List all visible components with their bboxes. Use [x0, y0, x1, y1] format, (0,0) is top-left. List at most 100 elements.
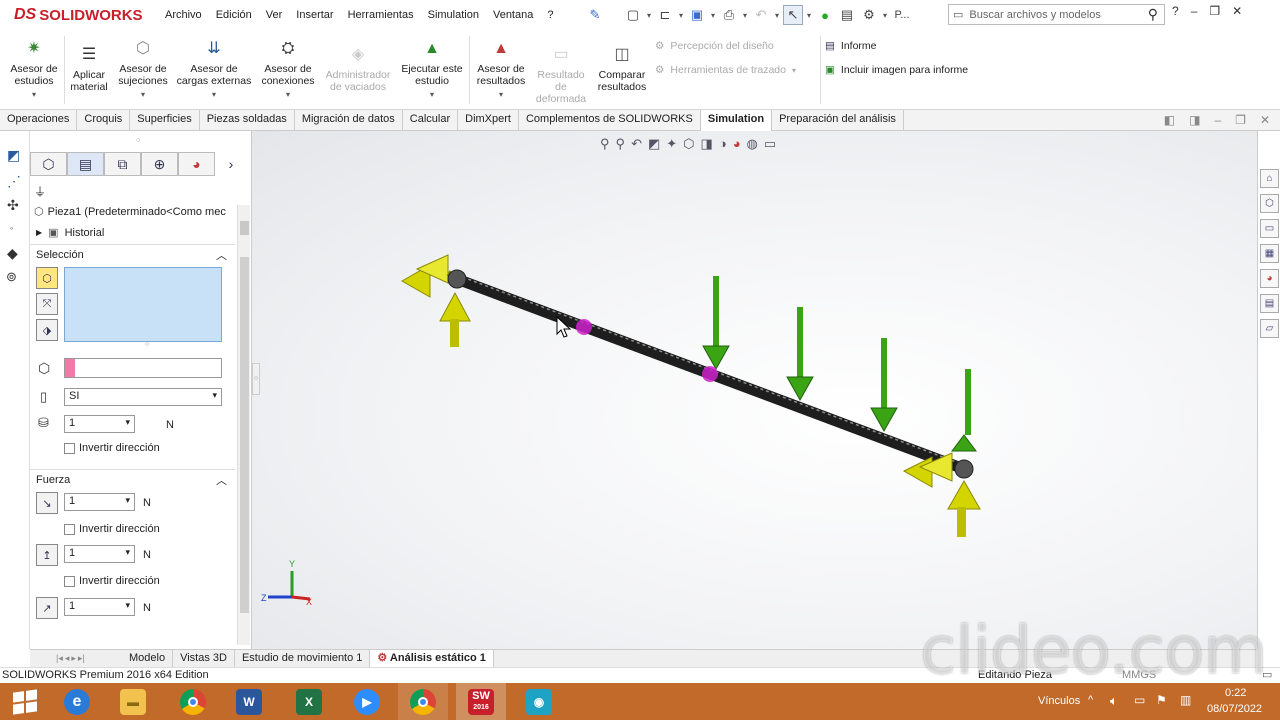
- axis-icon[interactable]: ✣: [7, 197, 19, 214]
- chevron-down-icon[interactable]: ▾: [6, 89, 62, 101]
- resultado-deformada-button[interactable]: ▭ Resultado de deformada: [532, 44, 590, 106]
- force-y-input[interactable]: 1 ▾: [64, 545, 135, 563]
- line-icon[interactable]: ⋰: [7, 173, 21, 190]
- restore-button[interactable]: ❐: [1209, 4, 1220, 18]
- save-icon[interactable]: ▣: [687, 5, 707, 25]
- tab-migracion-datos[interactable]: Migración de datos: [295, 110, 403, 131]
- overflow-text[interactable]: P...: [891, 5, 913, 25]
- menu-simulation[interactable]: Simulation: [428, 9, 479, 21]
- chevron-down-icon[interactable]: ▾: [805, 11, 813, 20]
- tab-estudio-movimiento[interactable]: Estudio de movimiento 1: [235, 650, 371, 667]
- tab-superficies[interactable]: Superficies: [130, 110, 200, 131]
- incluir-imagen-button[interactable]: ▣ Incluir imagen para informe: [825, 64, 968, 76]
- clock-date[interactable]: 08/07/2022: [1207, 703, 1262, 715]
- taskbar-word[interactable]: W: [224, 683, 274, 720]
- collapse-icon[interactable]: ︿: [216, 472, 227, 488]
- comparar-resultados-button[interactable]: ◫ Comparar resultados: [592, 44, 652, 94]
- chevron-down-icon[interactable]: ▾: [677, 11, 685, 20]
- pin-icon[interactable]: ✎: [585, 5, 605, 25]
- custom-properties-icon[interactable]: ▤: [1260, 294, 1279, 313]
- face-select-icon[interactable]: ⬡: [36, 267, 58, 289]
- taskbar-chrome-2[interactable]: [398, 683, 448, 720]
- checkbox-box[interactable]: [64, 442, 75, 454]
- forum-icon[interactable]: ▱: [1260, 319, 1279, 338]
- close-doc-button[interactable]: ✕: [1260, 113, 1270, 127]
- asesor-sujeciones-button[interactable]: ⬡ Asesor de sujeciones ▾: [114, 38, 172, 101]
- display-manager-tab-icon[interactable]: ◕: [178, 152, 215, 176]
- volume-icon[interactable]: 🔈︎: [1110, 693, 1118, 709]
- search-icon[interactable]: ⚲: [1148, 6, 1158, 23]
- clock-time[interactable]: 0:22: [1225, 687, 1246, 699]
- search-box[interactable]: ▭ Buscar archivos y modelos ⚲: [948, 4, 1165, 25]
- tab-complementos[interactable]: Complementos de SOLIDWORKS: [519, 110, 701, 131]
- prev-tab-icon[interactable]: ◂: [65, 653, 70, 664]
- taskbar-excel[interactable]: X: [284, 683, 334, 720]
- chevron-down-icon[interactable]: ▾: [881, 11, 889, 20]
- percepcion-diseno-button[interactable]: ⚙ Percepción del diseño: [655, 40, 774, 52]
- asesor-cargas-button[interactable]: ⇊ Asesor de cargas externas ▾: [174, 38, 254, 101]
- asesor-conexiones-button[interactable]: ⛭ Asesor de conexiones ▾: [258, 38, 318, 101]
- new-document-icon[interactable]: ▢: [623, 5, 643, 25]
- direction-select-icon[interactable]: ⬗: [36, 319, 58, 341]
- close-button[interactable]: ✕: [1232, 4, 1242, 18]
- asesor-estudios-button[interactable]: ✷ Asesor de estudios ▾: [6, 38, 62, 101]
- last-tab-icon[interactable]: ▸|: [78, 653, 85, 664]
- herramientas-trazado-button[interactable]: ⚙ Herramientas de trazado ▾: [655, 64, 796, 76]
- appearances-icon[interactable]: ◕: [1260, 269, 1279, 288]
- panel-collapse-handle[interactable]: ○: [252, 363, 260, 395]
- show-hidden-icons[interactable]: ^: [1088, 694, 1093, 706]
- taskbar-ie[interactable]: e: [52, 683, 102, 720]
- tree-root-item[interactable]: ⬡ Pieza1 (Predeterminado<Como mec: [34, 205, 240, 219]
- taskbar-solidworks[interactable]: SW 2016: [456, 683, 506, 720]
- mate-icon[interactable]: ◆: [7, 245, 18, 262]
- checkbox-box[interactable]: [64, 523, 75, 535]
- undo-icon[interactable]: ↶: [751, 5, 771, 25]
- expand-tabs-icon[interactable]: ›: [221, 152, 241, 176]
- chevron-down-icon[interactable]: ▾: [398, 89, 466, 101]
- part-icon[interactable]: ◩: [7, 147, 20, 164]
- graphics-area[interactable]: ⚲ ⚲ ↶ ◩ ✦ ⬡ ◨ ◑ ◕ ◍ ▭ Y X Z ○: [252, 131, 1257, 649]
- link-icon[interactable]: ⊚: [6, 269, 17, 285]
- listbox-resize-handle[interactable]: ○: [145, 341, 149, 348]
- menu-archivo[interactable]: Archivo: [165, 9, 202, 21]
- chevron-down-icon[interactable]: ▾: [174, 89, 254, 101]
- chevron-down-icon[interactable]: ▾: [792, 66, 796, 75]
- file-properties-icon[interactable]: ▤: [837, 5, 857, 25]
- value-input[interactable]: 1 ▾: [64, 415, 135, 433]
- selection-listbox[interactable]: [64, 267, 222, 342]
- chevron-down-icon[interactable]: ▾: [773, 11, 781, 20]
- panel-scrollbar[interactable]: [237, 205, 250, 645]
- taskbar-explorer[interactable]: ▬: [108, 683, 158, 720]
- asesor-resultados-button[interactable]: ▲ Asesor de resultados ▾: [472, 38, 530, 101]
- home-icon[interactable]: ⌂: [1260, 169, 1279, 188]
- next-tab-icon[interactable]: ▸: [71, 653, 76, 664]
- view-palette-icon[interactable]: ▦: [1260, 244, 1279, 263]
- force-x-icon[interactable]: ↘: [36, 492, 58, 514]
- print-icon[interactable]: ⎙: [719, 5, 739, 25]
- solidworks-logo[interactable]: DS SOLIDWORKS: [0, 0, 144, 30]
- reference-field[interactable]: [64, 358, 222, 378]
- traffic-light-icon[interactable]: ●: [815, 5, 835, 25]
- tab-vistas-3d[interactable]: Vistas 3D: [173, 650, 235, 667]
- keyboard-icon[interactable]: ▭: [1134, 693, 1145, 707]
- menu-ventana[interactable]: Ventana: [493, 9, 533, 21]
- tab-dimxpert[interactable]: DimXpert: [458, 110, 519, 131]
- tab-modelo[interactable]: Modelo: [122, 650, 174, 667]
- invertir-direccion-checkbox[interactable]: Invertir dirección: [64, 442, 160, 454]
- menu-edicion[interactable]: Edición: [216, 9, 252, 21]
- admin-vaciados-button[interactable]: ◈ Administrador de vaciados: [320, 44, 396, 94]
- force-y-icon[interactable]: ↥: [36, 544, 58, 566]
- edge-select-icon[interactable]: ⤧: [36, 293, 58, 315]
- start-button[interactable]: [0, 683, 50, 720]
- invertir-direccion-y-checkbox[interactable]: Invertir dirección: [64, 575, 160, 587]
- point-icon[interactable]: ◦: [10, 223, 13, 233]
- flag-icon[interactable]: ⚑: [1156, 693, 1167, 707]
- gear-icon[interactable]: ⚙: [859, 5, 879, 25]
- tab-calcular[interactable]: Calcular: [403, 110, 459, 131]
- force-z-icon[interactable]: ↗: [36, 597, 58, 619]
- network-icon[interactable]: ▥: [1180, 693, 1191, 707]
- collapse-icon[interactable]: ︿: [216, 247, 227, 263]
- property-manager-tab-icon[interactable]: ▤: [67, 152, 104, 176]
- force-x-input[interactable]: 1 ▾: [64, 493, 135, 511]
- aplicar-material-button[interactable]: ☰ Aplicar material: [66, 44, 112, 94]
